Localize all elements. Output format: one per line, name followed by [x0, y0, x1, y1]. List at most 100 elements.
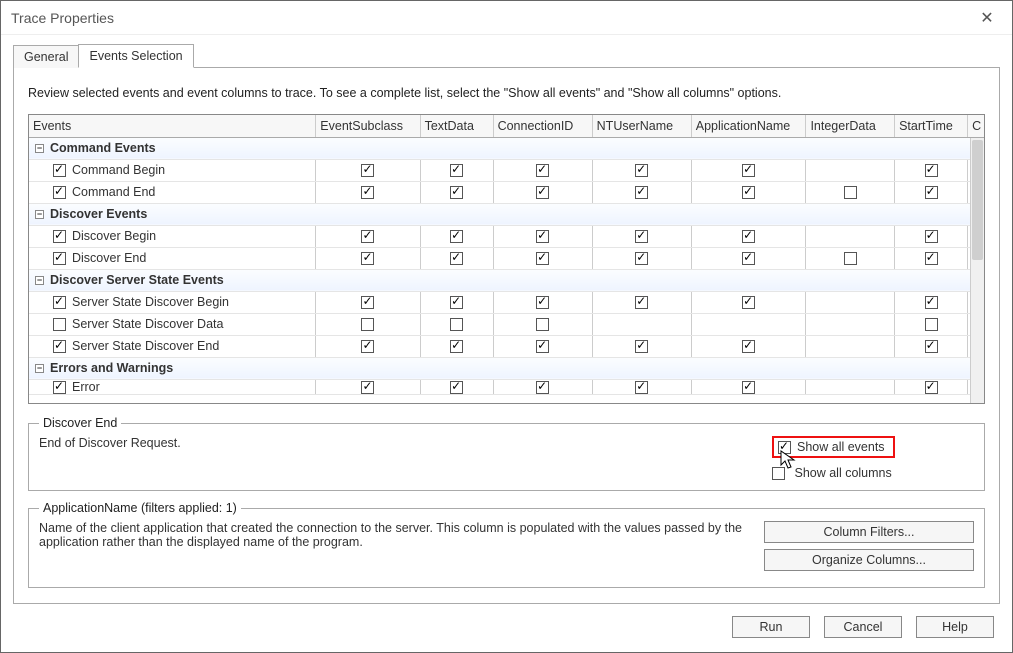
event-row[interactable]: Error: [29, 379, 985, 394]
cancel-button[interactable]: Cancel: [824, 616, 902, 638]
cell-checkbox[interactable]: [925, 381, 938, 394]
cell-checkbox[interactable]: [450, 164, 463, 177]
cell-checkbox[interactable]: [742, 340, 755, 353]
group-row[interactable]: −Discover Server State Events: [29, 269, 985, 291]
cell-checkbox[interactable]: [536, 230, 549, 243]
cell-checkbox[interactable]: [536, 340, 549, 353]
cell-checkbox[interactable]: [536, 296, 549, 309]
col-header-eventsubclass[interactable]: EventSubclass: [316, 115, 420, 137]
cell-checkbox[interactable]: [361, 164, 374, 177]
cell-checkbox[interactable]: [925, 318, 938, 331]
expand-toggle-icon[interactable]: −: [35, 364, 44, 373]
grid-vertical-scrollbar[interactable]: [970, 138, 984, 403]
help-button[interactable]: Help: [916, 616, 994, 638]
scrollbar-thumb[interactable]: [972, 140, 983, 260]
client-area: General Events Selection Review selected…: [1, 35, 1012, 652]
cell-checkbox[interactable]: [361, 186, 374, 199]
cell-checkbox[interactable]: [925, 230, 938, 243]
col-header-events[interactable]: Events: [29, 115, 316, 137]
cell-checkbox[interactable]: [925, 340, 938, 353]
event-row-checkbox[interactable]: [53, 164, 66, 177]
group-row[interactable]: −Command Events: [29, 137, 985, 159]
cell-checkbox[interactable]: [844, 252, 857, 265]
cell-checkbox[interactable]: [635, 230, 648, 243]
event-description-title: Discover End: [39, 416, 121, 430]
column-filters-button[interactable]: Column Filters...: [764, 521, 974, 543]
close-icon[interactable]: ✕: [972, 8, 1002, 28]
cell-checkbox[interactable]: [742, 230, 755, 243]
cell-checkbox[interactable]: [536, 381, 549, 394]
expand-toggle-icon[interactable]: −: [35, 210, 44, 219]
event-row-checkbox[interactable]: [53, 252, 66, 265]
cell-checkbox[interactable]: [742, 164, 755, 177]
cell-checkbox[interactable]: [635, 296, 648, 309]
col-header-applicationname[interactable]: ApplicationName: [691, 115, 806, 137]
cell-checkbox[interactable]: [450, 252, 463, 265]
cell-checkbox[interactable]: [925, 252, 938, 265]
cell-checkbox[interactable]: [925, 164, 938, 177]
cell-checkbox[interactable]: [536, 252, 549, 265]
organize-columns-button[interactable]: Organize Columns...: [764, 549, 974, 571]
event-row[interactable]: Server State Discover Begin: [29, 291, 985, 313]
cell-checkbox[interactable]: [361, 296, 374, 309]
cell-checkbox[interactable]: [450, 186, 463, 199]
cell-checkbox[interactable]: [742, 381, 755, 394]
col-header-connectionid[interactable]: ConnectionID: [493, 115, 592, 137]
show-all-events-checkbox[interactable]: [778, 441, 791, 454]
cell-checkbox[interactable]: [536, 318, 549, 331]
event-row-checkbox[interactable]: [53, 318, 66, 331]
cell-checkbox[interactable]: [635, 186, 648, 199]
event-row[interactable]: Command End: [29, 181, 985, 203]
tab-general[interactable]: General: [13, 45, 79, 68]
event-row[interactable]: Command Begin: [29, 159, 985, 181]
cell-checkbox[interactable]: [450, 296, 463, 309]
cell-checkbox[interactable]: [536, 186, 549, 199]
event-row-checkbox[interactable]: [53, 340, 66, 353]
cell-checkbox[interactable]: [925, 296, 938, 309]
col-header-starttime[interactable]: StartTime: [895, 115, 968, 137]
cell-checkbox[interactable]: [361, 230, 374, 243]
cell-checkbox[interactable]: [844, 186, 857, 199]
event-row-checkbox[interactable]: [53, 230, 66, 243]
show-all-columns-label[interactable]: Show all columns: [794, 466, 891, 480]
show-all-columns-checkbox[interactable]: [772, 467, 785, 480]
cell-checkbox[interactable]: [742, 186, 755, 199]
show-all-events-label[interactable]: Show all events: [797, 440, 885, 454]
cell-checkbox[interactable]: [635, 340, 648, 353]
event-row-checkbox[interactable]: [53, 186, 66, 199]
cell-checkbox[interactable]: [450, 340, 463, 353]
events-grid[interactable]: Events EventSubclass TextData Connection…: [28, 114, 985, 404]
cell-checkbox[interactable]: [361, 252, 374, 265]
event-row-label: Command Begin: [72, 163, 165, 177]
tab-events-selection[interactable]: Events Selection: [78, 44, 193, 68]
cell-checkbox[interactable]: [635, 164, 648, 177]
event-row-checkbox[interactable]: [53, 296, 66, 309]
cell-checkbox[interactable]: [361, 318, 374, 331]
event-row-checkbox[interactable]: [53, 381, 66, 394]
cell-checkbox[interactable]: [450, 381, 463, 394]
trace-properties-window: Trace Properties ✕ General Events Select…: [0, 0, 1013, 653]
col-header-textdata[interactable]: TextData: [420, 115, 493, 137]
expand-toggle-icon[interactable]: −: [35, 144, 44, 153]
cell-checkbox[interactable]: [635, 252, 648, 265]
cell-checkbox[interactable]: [450, 318, 463, 331]
expand-toggle-icon[interactable]: −: [35, 276, 44, 285]
cell-checkbox[interactable]: [361, 340, 374, 353]
col-header-more[interactable]: C: [968, 115, 985, 137]
cell-checkbox[interactable]: [450, 230, 463, 243]
group-row[interactable]: −Errors and Warnings: [29, 357, 985, 379]
event-row[interactable]: Server State Discover Data: [29, 313, 985, 335]
event-row[interactable]: Discover End: [29, 247, 985, 269]
cell-checkbox[interactable]: [742, 296, 755, 309]
event-row[interactable]: Server State Discover End: [29, 335, 985, 357]
cell-checkbox[interactable]: [361, 381, 374, 394]
event-row[interactable]: Discover Begin: [29, 225, 985, 247]
cell-checkbox[interactable]: [925, 186, 938, 199]
cell-checkbox[interactable]: [536, 164, 549, 177]
cell-checkbox[interactable]: [742, 252, 755, 265]
col-header-integerdata[interactable]: IntegerData: [806, 115, 895, 137]
group-row[interactable]: −Discover Events: [29, 203, 985, 225]
run-button[interactable]: Run: [732, 616, 810, 638]
cell-checkbox[interactable]: [635, 381, 648, 394]
col-header-ntusername[interactable]: NTUserName: [592, 115, 691, 137]
